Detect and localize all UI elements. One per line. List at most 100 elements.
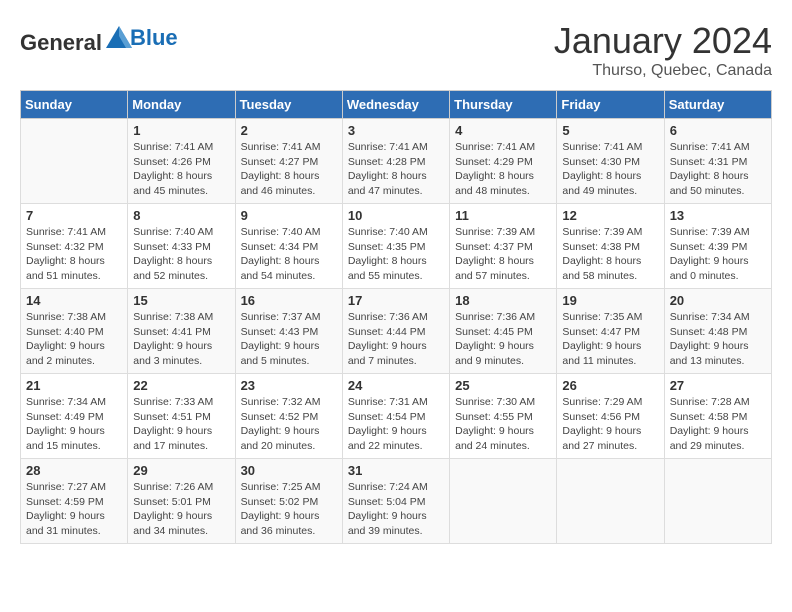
day-number: 23 <box>241 378 337 393</box>
calendar-cell: 28 Sunrise: 7:27 AMSunset: 4:59 PMDayligh… <box>21 459 128 544</box>
calendar-cell: 18Sunrise: 7:36 AMSunset: 4:45 PMDayligh… <box>450 289 557 374</box>
calendar-cell: 13 Sunrise: 7:39 AMSunset: 4:39 PMDayligh… <box>664 204 771 289</box>
cell-content: Sunrise: 7:40 AMSunset: 4:35 PMDaylight:… <box>348 225 444 284</box>
cell-content: Sunrise: 7:29 AMSunset: 4:56 PMDaylight:… <box>562 395 658 454</box>
weekday-header-tuesday: Tuesday <box>235 91 342 119</box>
day-number: 19 <box>562 293 658 308</box>
cell-content: Sunrise: 7:39 AMSunset: 4:37 PMDaylight:… <box>455 225 551 284</box>
weekday-header-saturday: Saturday <box>664 91 771 119</box>
calendar-cell: 20 Sunrise: 7:34 AMSunset: 4:48 PMDayligh… <box>664 289 771 374</box>
day-number: 28 <box>26 463 122 478</box>
calendar-cell <box>21 119 128 204</box>
cell-content: Sunrise: 7:41 AMSunset: 4:32 PMDaylight:… <box>26 225 122 284</box>
cell-content: Sunrise: 7:40 AMSunset: 4:33 PMDaylight:… <box>133 225 229 284</box>
cell-content: Sunrise: 7:41 AMSunset: 4:31 PMDaylight:… <box>670 140 766 199</box>
day-number: 27 <box>670 378 766 393</box>
calendar-cell: 9 Sunrise: 7:40 AMSunset: 4:34 PMDaylight… <box>235 204 342 289</box>
logo: General Blue <box>20 20 178 56</box>
cell-content: Sunrise: 7:27 AMSunset: 4:59 PMDaylight:… <box>26 480 122 539</box>
day-number: 9 <box>241 208 337 223</box>
cell-content: Sunrise: 7:34 AMSunset: 4:48 PMDaylight:… <box>670 310 766 369</box>
day-number: 20 <box>670 293 766 308</box>
cell-content: Sunrise: 7:25 AMSunset: 5:02 PMDaylight:… <box>241 480 337 539</box>
day-number: 15 <box>133 293 229 308</box>
calendar-cell: 21Sunrise: 7:34 AMSunset: 4:49 PMDayligh… <box>21 374 128 459</box>
day-number: 12 <box>562 208 658 223</box>
cell-content: Sunrise: 7:41 AMSunset: 4:26 PMDaylight:… <box>133 140 229 199</box>
calendar-cell: 26 Sunrise: 7:29 AMSunset: 4:56 PMDayligh… <box>557 374 664 459</box>
calendar-cell: 24Sunrise: 7:31 AMSunset: 4:54 PMDayligh… <box>342 374 449 459</box>
logo-general-text: General <box>20 30 102 55</box>
cell-content: Sunrise: 7:28 AMSunset: 4:58 PMDaylight:… <box>670 395 766 454</box>
calendar-cell: 11 Sunrise: 7:39 AMSunset: 4:37 PMDayligh… <box>450 204 557 289</box>
weekday-header-wednesday: Wednesday <box>342 91 449 119</box>
calendar-cell: 23 Sunrise: 7:32 AMSunset: 4:52 PMDayligh… <box>235 374 342 459</box>
weekday-header-monday: Monday <box>128 91 235 119</box>
calendar-cell: 30Sunrise: 7:25 AMSunset: 5:02 PMDayligh… <box>235 459 342 544</box>
calendar-cell: 2Sunrise: 7:41 AMSunset: 4:27 PMDaylight… <box>235 119 342 204</box>
cell-content: Sunrise: 7:33 AMSunset: 4:51 PMDaylight:… <box>133 395 229 454</box>
day-number: 11 <box>455 208 551 223</box>
calendar-cell: 17Sunrise: 7:36 AMSunset: 4:44 PMDayligh… <box>342 289 449 374</box>
week-row-1: 1Sunrise: 7:41 AMSunset: 4:26 PMDaylight… <box>21 119 772 204</box>
cell-content: Sunrise: 7:39 AMSunset: 4:39 PMDaylight:… <box>670 225 766 284</box>
day-number: 24 <box>348 378 444 393</box>
day-number: 21 <box>26 378 122 393</box>
calendar-cell: 10Sunrise: 7:40 AMSunset: 4:35 PMDayligh… <box>342 204 449 289</box>
calendar-cell: 29 Sunrise: 7:26 AMSunset: 5:01 PMDayligh… <box>128 459 235 544</box>
day-number: 22 <box>133 378 229 393</box>
weekday-header-row: SundayMondayTuesdayWednesdayThursdayFrid… <box>21 91 772 119</box>
cell-content: Sunrise: 7:37 AMSunset: 4:43 PMDaylight:… <box>241 310 337 369</box>
day-number: 5 <box>562 123 658 138</box>
day-number: 7 <box>26 208 122 223</box>
calendar-cell: 4Sunrise: 7:41 AMSunset: 4:29 PMDaylight… <box>450 119 557 204</box>
calendar-cell: 1Sunrise: 7:41 AMSunset: 4:26 PMDaylight… <box>128 119 235 204</box>
week-row-2: 7 Sunrise: 7:41 AMSunset: 4:32 PMDaylight… <box>21 204 772 289</box>
calendar-table: SundayMondayTuesdayWednesdayThursdayFrid… <box>20 90 772 544</box>
cell-content: Sunrise: 7:24 AMSunset: 5:04 PMDaylight:… <box>348 480 444 539</box>
calendar-cell: 6 Sunrise: 7:41 AMSunset: 4:31 PMDaylight… <box>664 119 771 204</box>
day-number: 14 <box>26 293 122 308</box>
cell-content: Sunrise: 7:36 AMSunset: 4:45 PMDaylight:… <box>455 310 551 369</box>
day-number: 31 <box>348 463 444 478</box>
calendar-cell: 31 Sunrise: 7:24 AMSunset: 5:04 PMDayligh… <box>342 459 449 544</box>
day-number: 17 <box>348 293 444 308</box>
cell-content: Sunrise: 7:38 AMSunset: 4:41 PMDaylight:… <box>133 310 229 369</box>
day-number: 16 <box>241 293 337 308</box>
day-number: 8 <box>133 208 229 223</box>
cell-content: Sunrise: 7:32 AMSunset: 4:52 PMDaylight:… <box>241 395 337 454</box>
cell-content: Sunrise: 7:41 AMSunset: 4:28 PMDaylight:… <box>348 140 444 199</box>
calendar-cell: 22 Sunrise: 7:33 AMSunset: 4:51 PMDayligh… <box>128 374 235 459</box>
month-title: January 2024 <box>554 20 772 62</box>
cell-content: Sunrise: 7:39 AMSunset: 4:38 PMDaylight:… <box>562 225 658 284</box>
week-row-3: 14 Sunrise: 7:38 AMSunset: 4:40 PMDayligh… <box>21 289 772 374</box>
day-number: 2 <box>241 123 337 138</box>
cell-content: Sunrise: 7:38 AMSunset: 4:40 PMDaylight:… <box>26 310 122 369</box>
calendar-cell: 3 Sunrise: 7:41 AMSunset: 4:28 PMDaylight… <box>342 119 449 204</box>
day-number: 13 <box>670 208 766 223</box>
cell-content: Sunrise: 7:30 AMSunset: 4:55 PMDaylight:… <box>455 395 551 454</box>
day-number: 4 <box>455 123 551 138</box>
calendar-cell: 7 Sunrise: 7:41 AMSunset: 4:32 PMDaylight… <box>21 204 128 289</box>
cell-content: Sunrise: 7:35 AMSunset: 4:47 PMDaylight:… <box>562 310 658 369</box>
cell-content: Sunrise: 7:40 AMSunset: 4:34 PMDaylight:… <box>241 225 337 284</box>
cell-content: Sunrise: 7:26 AMSunset: 5:01 PMDaylight:… <box>133 480 229 539</box>
location-title: Thurso, Quebec, Canada <box>554 62 772 80</box>
weekday-header-sunday: Sunday <box>21 91 128 119</box>
header: General Blue January 2024 Thurso, Quebec… <box>20 20 772 80</box>
calendar-cell <box>557 459 664 544</box>
logo-blue-text: Blue <box>130 25 178 51</box>
day-number: 3 <box>348 123 444 138</box>
weekday-header-thursday: Thursday <box>450 91 557 119</box>
calendar-cell <box>664 459 771 544</box>
day-number: 6 <box>670 123 766 138</box>
calendar-cell <box>450 459 557 544</box>
day-number: 29 <box>133 463 229 478</box>
day-number: 26 <box>562 378 658 393</box>
calendar-cell: 19 Sunrise: 7:35 AMSunset: 4:47 PMDayligh… <box>557 289 664 374</box>
week-row-4: 21Sunrise: 7:34 AMSunset: 4:49 PMDayligh… <box>21 374 772 459</box>
cell-content: Sunrise: 7:41 AMSunset: 4:30 PMDaylight:… <box>562 140 658 199</box>
calendar-cell: 25Sunrise: 7:30 AMSunset: 4:55 PMDayligh… <box>450 374 557 459</box>
weekday-header-friday: Friday <box>557 91 664 119</box>
calendar-cell: 16 Sunrise: 7:37 AMSunset: 4:43 PMDayligh… <box>235 289 342 374</box>
